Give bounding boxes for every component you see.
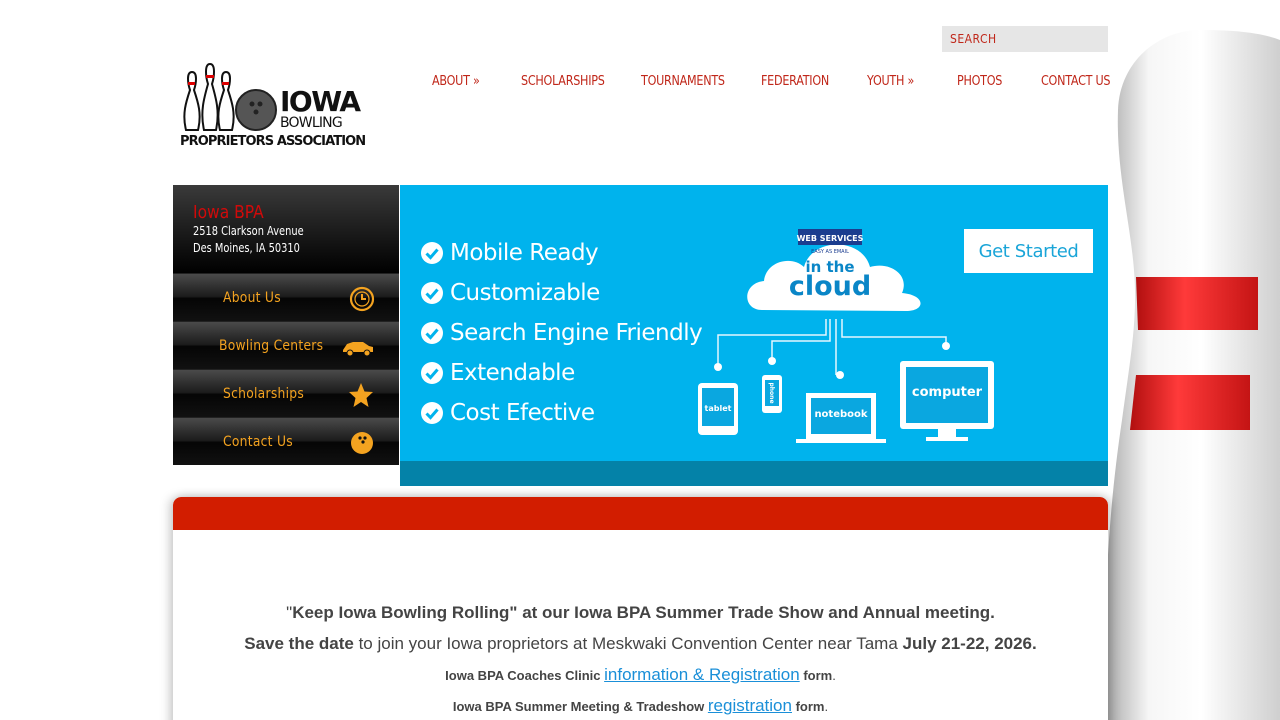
- nav-youth[interactable]: YOUTH »: [867, 74, 914, 89]
- sidebar-address-line2: Des Moines, IA 50310: [193, 241, 300, 255]
- cloud-line2: cloud: [789, 271, 871, 302]
- sidebar-item-contact-us[interactable]: Contact Us: [173, 417, 399, 465]
- check-circle-icon: [421, 282, 443, 304]
- feature-label: Search Engine Friendly: [450, 320, 703, 346]
- sidebar-item-about-us[interactable]: About Us: [173, 273, 399, 321]
- nav-about[interactable]: ABOUT »: [432, 74, 480, 89]
- star-icon: [349, 383, 373, 407]
- sidebar-item-label: Contact Us: [223, 434, 293, 450]
- get-started-button[interactable]: Get Started: [964, 229, 1093, 273]
- cloud-badge-text: WEB SERVICES: [797, 234, 864, 243]
- coaches-clinic-line: Iowa BPA Coaches Clinic information & Re…: [173, 665, 1108, 685]
- feature-item: Cost Efective: [420, 398, 595, 428]
- sidebar-item-scholarships[interactable]: Scholarships: [173, 369, 399, 417]
- form-suffix: form: [799, 668, 833, 683]
- coaches-clinic-label: Iowa BPA Coaches Clinic: [445, 668, 605, 683]
- cloud-badge-subtext: EASY AS EMAIL: [811, 249, 849, 255]
- banner-bottom-strip: [400, 461, 1108, 486]
- nav-scholarships[interactable]: SCHOLARSHIPS: [521, 74, 605, 89]
- device-label: phone: [768, 382, 775, 403]
- nav-contact-us[interactable]: CONTACT US: [1041, 74, 1111, 89]
- check-circle-icon: [421, 322, 443, 344]
- headline-text: Keep Iowa Bowling Rolling" at our Iowa B…: [292, 603, 995, 622]
- sidebar-item-bowling-centers[interactable]: Bowling Centers: [173, 321, 399, 369]
- feature-label: Customizable: [450, 280, 600, 306]
- feature-item: Mobile Ready: [420, 238, 599, 268]
- form-suffix: form: [791, 699, 825, 714]
- period: .: [832, 668, 836, 683]
- logo-tagline: PROPRIETORS ASSOCIATION: [180, 134, 366, 149]
- top-navigation: ABOUT » SCHOLARSHIPS TOURNAMENTS FEDERAT…: [410, 74, 1111, 96]
- feature-label: Cost Efective: [450, 400, 595, 426]
- feature-item: Extendable: [420, 358, 575, 388]
- sidebar-org-name: Iowa BPA: [193, 202, 264, 223]
- feature-item: Search Engine Friendly: [420, 318, 703, 348]
- logo-subtitle: BOWLING: [280, 115, 343, 131]
- event-date: July 21-22, 2026.: [902, 634, 1037, 653]
- period: .: [824, 699, 829, 714]
- check-circle-icon: [421, 242, 443, 264]
- save-the-date-line: Save the date to join your Iowa propriet…: [173, 634, 1108, 654]
- sidebar-header: Iowa BPA 2518 Clarkson Avenue Des Moines…: [173, 185, 399, 273]
- sidebar: Iowa BPA 2518 Clarkson Avenue Des Moines…: [173, 185, 399, 465]
- content-card: "Keep Iowa Bowling Rolling" at our Iowa …: [173, 497, 1108, 720]
- coaches-clinic-registration-link[interactable]: information & Registration: [604, 665, 800, 684]
- feature-label: Extendable: [450, 360, 575, 386]
- check-circle-icon: [421, 402, 443, 424]
- bowling-ball-icon: [351, 432, 373, 454]
- device-label: notebook: [814, 409, 867, 420]
- sidebar-item-label: Bowling Centers: [219, 338, 324, 354]
- search-input[interactable]: [942, 26, 1108, 52]
- event-location-text: to join your Iowa proprietors at Meskwak…: [353, 634, 903, 653]
- device-label: computer: [912, 385, 983, 400]
- feature-item: Customizable: [420, 278, 600, 308]
- bowling-pins-logo-icon: [183, 62, 277, 131]
- sidebar-address-line1: 2518 Clarkson Avenue: [193, 224, 304, 238]
- summer-meeting-registration-link[interactable]: registration: [708, 696, 792, 715]
- card-header-bar: [173, 497, 1108, 530]
- summer-meeting-line: Iowa BPA Summer Meeting & Tradeshow regi…: [173, 696, 1108, 716]
- feature-label: Mobile Ready: [450, 240, 599, 266]
- nav-tournaments[interactable]: TOURNAMENTS: [641, 74, 725, 89]
- promo-banner: Mobile Ready Customizable Search Engine …: [400, 185, 1108, 486]
- site-logo[interactable]: IOWA BOWLING PROPRIETORS ASSOCIATION: [180, 62, 366, 154]
- device-label: tablet: [705, 404, 732, 413]
- sidebar-item-label: Scholarships: [223, 386, 305, 402]
- nav-photos[interactable]: PHOTOS: [957, 74, 1002, 89]
- logo-title: IOWA: [280, 85, 361, 118]
- bowling-pin-decoration: [1104, 30, 1280, 720]
- summer-meeting-label: Iowa BPA Summer Meeting & Tradeshow: [452, 699, 708, 714]
- nav-federation[interactable]: FEDERATION: [761, 74, 829, 89]
- check-circle-icon: [421, 362, 443, 384]
- headline: "Keep Iowa Bowling Rolling" at our Iowa …: [173, 603, 1108, 623]
- car-icon: [343, 342, 373, 357]
- sidebar-item-label: About Us: [223, 290, 281, 306]
- clock-icon: [349, 286, 375, 312]
- save-the-date-label: Save the date: [244, 634, 354, 653]
